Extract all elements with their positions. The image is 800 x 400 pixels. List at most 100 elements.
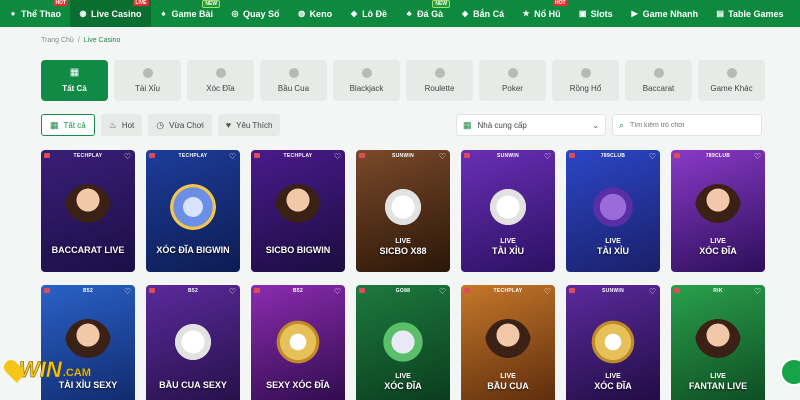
filter-button[interactable]: ♨ Hot xyxy=(100,114,143,136)
favorite-heart-icon[interactable]: ♡ xyxy=(649,152,656,161)
game-artwork xyxy=(170,184,216,230)
roulette-icon xyxy=(434,68,445,78)
game-live-label: LIVE xyxy=(500,373,516,380)
nav-item[interactable]: ♠ Game Bài NEW xyxy=(151,0,223,27)
rooster-icon: ♣ xyxy=(406,8,412,18)
game-artwork xyxy=(485,184,531,230)
category-label: Roulette xyxy=(424,84,455,93)
game-title: SICBO X88 xyxy=(379,246,427,256)
filter-buttons: ▦ Tất cả ♨ Hot ◷ Vừa Chơi ♥ Yêu Thích xyxy=(41,114,281,136)
game-live-label: LIVE xyxy=(395,238,411,245)
nav-item[interactable]: ▤ Table Games xyxy=(707,0,792,27)
nav-item[interactable]: ◉ Live Casino LIVE xyxy=(70,0,151,27)
game-provider: B52 xyxy=(292,288,304,294)
game-card[interactable]: 789CLUB ♡ LIVE TÀI XỈU xyxy=(566,150,660,272)
favorite-heart-icon[interactable]: ♡ xyxy=(124,287,131,296)
nav-item[interactable]: ▶ Game Nhanh xyxy=(622,0,708,27)
poker-icon xyxy=(507,68,518,78)
filter-label: Vừa Chơi xyxy=(169,120,204,130)
provider-dropdown[interactable]: ▦ Nhà cung cấp ⌄ xyxy=(456,114,606,136)
filter-button[interactable]: ♥ Yêu Thích xyxy=(217,114,281,136)
game-card[interactable]: B52 ♡ SEXY XÓC ĐĨA xyxy=(251,285,345,400)
chat-support-icon[interactable] xyxy=(780,358,800,386)
filter-button[interactable]: ◷ Vừa Chơi xyxy=(148,114,212,136)
all-icon: ▦ xyxy=(69,67,80,78)
favorite-heart-icon[interactable]: ♡ xyxy=(334,287,341,296)
chevron-down-icon: ⌄ xyxy=(592,120,599,130)
dragon-icon xyxy=(580,68,591,78)
category-tab[interactable]: Baccarat xyxy=(625,60,692,101)
category-tab[interactable]: Xóc Đĩa xyxy=(187,60,254,101)
category-tab[interactable]: Roulette xyxy=(406,60,473,101)
game-card[interactable]: TECHPLAY ♡ LIVE BẦU CUA xyxy=(461,285,555,400)
game-artwork xyxy=(65,184,111,230)
game-provider: SUNWIN xyxy=(601,288,625,294)
game-card[interactable]: RIK ♡ LIVEFANTAN LIVE1.237.607 xyxy=(671,285,765,400)
category-tab[interactable]: Tài Xỉu xyxy=(114,60,181,101)
category-tab[interactable]: Bầu Cua xyxy=(260,60,327,101)
favorite-heart-icon[interactable]: ♡ xyxy=(649,287,656,296)
grid-icon: ▦ xyxy=(50,119,59,130)
favorite-heart-icon[interactable]: ♡ xyxy=(754,152,761,161)
nav-item[interactable]: ▣ Slots xyxy=(570,0,622,27)
live-indicator-icon xyxy=(254,288,260,293)
favorite-heart-icon[interactable]: ♡ xyxy=(334,152,341,161)
game-card[interactable]: SUNWIN ♡ LIVE XÓC ĐĨA xyxy=(566,285,660,400)
dice-icon xyxy=(142,68,153,78)
category-label: Poker xyxy=(502,84,523,93)
category-tab[interactable]: Blackjack xyxy=(333,60,400,101)
game-card[interactable]: 789CLUB ♡ LIVE XÓC ĐĨA xyxy=(671,150,765,272)
live-indicator-icon xyxy=(464,288,470,293)
game-title: XÓC ĐĨA BIGWIN xyxy=(156,245,230,255)
favorite-heart-icon[interactable]: ♡ xyxy=(229,287,236,296)
category-tab[interactable]: Rồng Hổ xyxy=(552,60,619,101)
nav-item[interactable]: ◈ Bắn Cá xyxy=(452,0,513,27)
cards-icon: ♠ xyxy=(161,8,166,18)
game-card[interactable]: TECHPLAY ♡ BACCARAT LIVE xyxy=(41,150,135,272)
top-navigation: ● Thể Thao HOT ◉ Live Casino LIVE ♠ Game Bài NEW… xyxy=(0,0,800,27)
game-card[interactable]: TECHPLAY ♡ SICBO BIGWIN xyxy=(251,150,345,272)
breadcrumb-home[interactable]: Trang Chủ xyxy=(41,37,74,44)
nav-item[interactable]: ◍ Keno xyxy=(289,0,342,27)
nav-badge: HOT xyxy=(53,0,68,6)
soccer-icon: ● xyxy=(10,8,16,18)
nav-item[interactable]: ● Thể Thao HOT xyxy=(0,0,70,27)
game-card[interactable]: SUNWIN ♡ LIVE SICBO X88 xyxy=(356,150,450,272)
nav-item-label: Bắn Cá xyxy=(473,8,505,19)
nav-item[interactable]: ♥Yêu T xyxy=(793,0,800,27)
nav-item[interactable]: ◎ Quay Số xyxy=(222,0,289,27)
game-provider: TECHPLAY xyxy=(178,153,208,159)
game-artwork xyxy=(590,319,636,365)
game-card[interactable]: GO88 ♡ LIVEXÓC ĐĨA128.956.369 xyxy=(356,285,450,400)
game-card[interactable]: B52 ♡ BẦU CUA SEXY4.237.408 xyxy=(146,285,240,400)
favorite-heart-icon[interactable]: ♡ xyxy=(124,152,131,161)
breadcrumb-current: Live Casino xyxy=(83,37,121,44)
game-artwork xyxy=(485,319,531,365)
search-icon: ⌕ xyxy=(619,119,625,130)
favorite-heart-icon[interactable]: ♡ xyxy=(439,152,446,161)
favorite-heart-icon[interactable]: ♡ xyxy=(229,152,236,161)
game-card[interactable]: SUNWIN ♡ LIVE TÀI XỈU xyxy=(461,150,555,272)
filter-button[interactable]: ▦ Tất cả xyxy=(41,114,95,136)
favorite-heart-icon[interactable]: ♡ xyxy=(754,287,761,296)
favorite-heart-icon[interactable]: ♡ xyxy=(544,152,551,161)
category-tab[interactable]: ▦ Tất Cả xyxy=(41,60,108,101)
game-provider: RIK xyxy=(713,288,723,294)
category-tab[interactable]: Poker xyxy=(479,60,546,101)
nav-item[interactable]: ★ Nổ Hũ HOT xyxy=(513,0,570,27)
game-card[interactable]: TECHPLAY ♡ XÓC ĐĨA BIGWIN xyxy=(146,150,240,272)
live-indicator-icon xyxy=(569,288,575,293)
site-logo[interactable]: WIN .CAM xyxy=(0,350,110,390)
game-title: SEXY XÓC ĐĨA xyxy=(266,380,330,390)
favorite-heart-icon[interactable]: ♡ xyxy=(439,287,446,296)
nav-item[interactable]: ♣ Đá Gà NEW xyxy=(396,0,452,27)
search-box: ⌕ xyxy=(612,114,762,136)
nav-badge: NEW xyxy=(432,0,451,8)
favorite-heart-icon[interactable]: ♡ xyxy=(544,287,551,296)
nav-item[interactable]: ◆ Lô Đề xyxy=(341,0,396,27)
nav-item-label: Lô Đề xyxy=(362,8,388,19)
search-input[interactable] xyxy=(630,121,751,129)
nav-item-label: Quay Số xyxy=(243,8,280,19)
category-tab[interactable]: Game Khác xyxy=(698,60,765,101)
grid-icon: ▦ xyxy=(463,119,472,130)
